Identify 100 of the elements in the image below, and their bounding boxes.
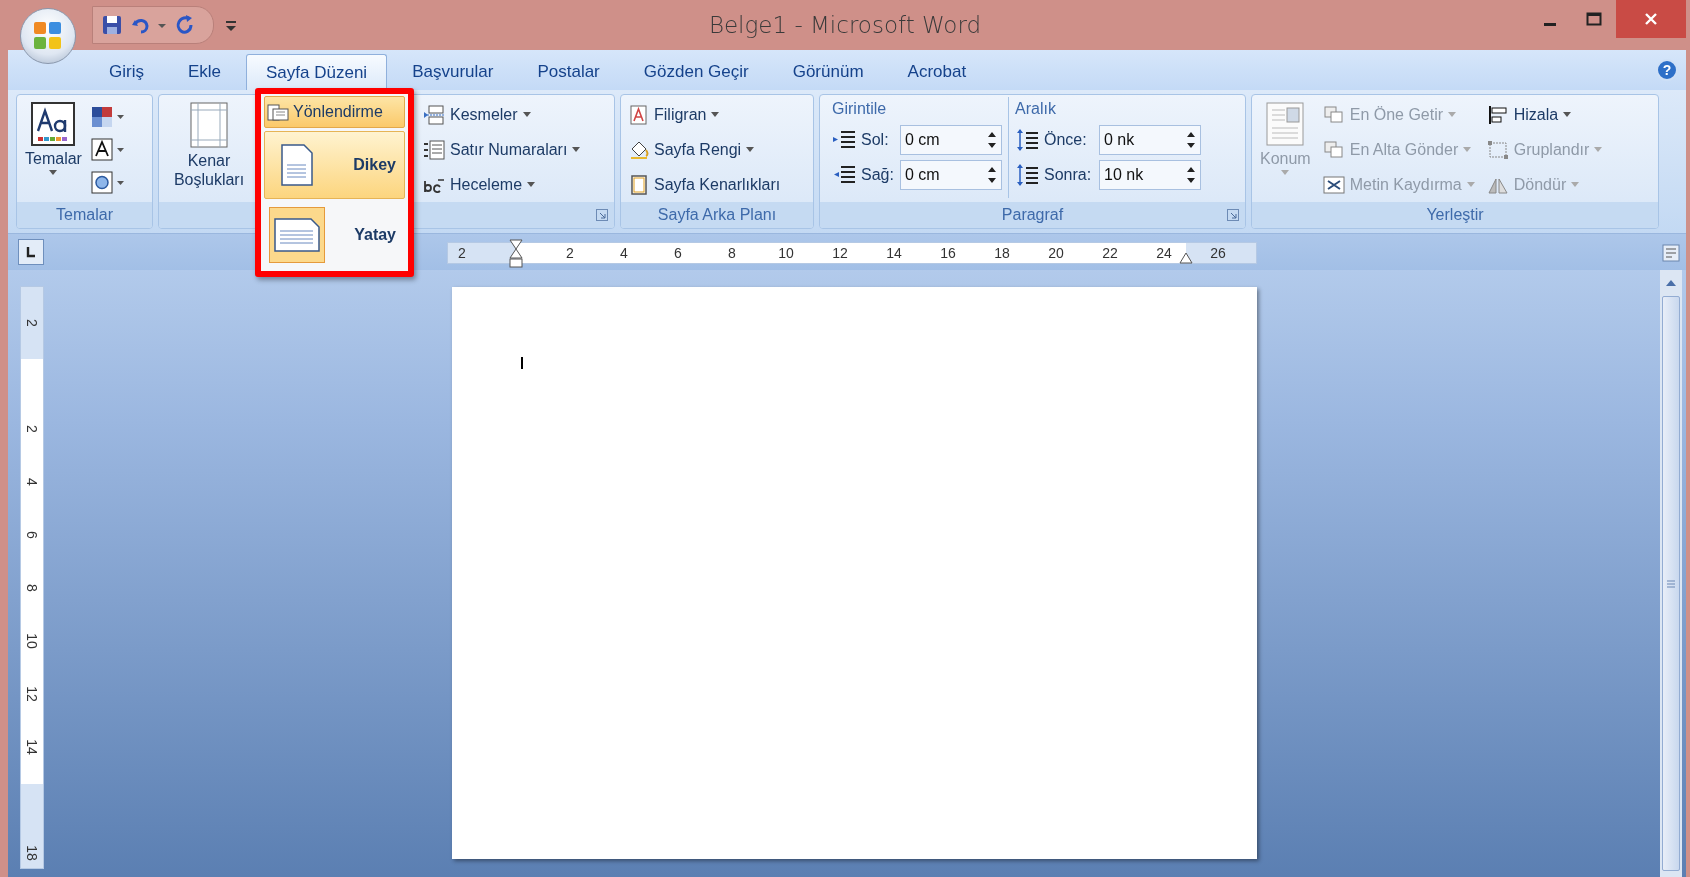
vertical-scrollbar[interactable] [1660,270,1682,877]
right-indent-marker-icon[interactable] [1179,252,1193,264]
ruler-icon [1662,244,1680,262]
ruler-number: 4 [24,478,40,486]
ruler-number: 20 [1048,245,1064,261]
ribbon-tab[interactable]: Postalar [518,54,619,90]
field-label: Sol: [861,131,890,149]
ribbon-tab[interactable]: Başvurular [393,54,513,90]
window-title: Belge1 - Microsoft Word [707,12,983,38]
orientation-option[interactable]: Yatay [264,201,405,269]
ribbon-command[interactable]: Sayfa Rengi [627,136,783,163]
caret-icon [1571,181,1580,188]
ribbon-tab[interactable]: Görünüm [773,54,883,90]
ruler-number: 2 [24,425,40,433]
tab-selector-button[interactable] [18,239,44,265]
ruler-number: 18 [994,245,1010,261]
caret-icon [1463,146,1472,153]
bring-forward-icon [1322,104,1345,125]
group-label: Temalar [17,202,152,228]
section-heading: Girintile [832,99,888,119]
line-numbers-icon [423,139,445,160]
ribbon-tab[interactable]: Ekle [168,54,241,90]
ruler-number: 2 [566,245,574,261]
margins-button[interactable]: Kenar Boşlukları [167,99,251,198]
ruler-number: 8 [24,584,40,592]
dialog-launcher-icon[interactable] [1227,209,1239,221]
dialog-launcher-icon[interactable] [596,209,608,221]
group-label: Paragraf [1001,206,1064,224]
page-margins-icon [189,101,229,149]
caret-icon [522,111,531,118]
group-label: Sayfa Arka Planı [621,202,813,228]
orientation-button[interactable]: Yönlendirme [264,96,405,128]
ruler-number: 22 [1102,245,1118,261]
caret-icon [1563,111,1572,118]
save-icon[interactable] [101,14,123,36]
align-icon [1486,104,1509,125]
themes-button[interactable]: Temalar [23,99,84,198]
caret-icon [711,111,720,118]
ribbon-command[interactable]: Heceleme [421,171,583,198]
theme-colors-icon[interactable] [89,105,126,129]
group-icon [1486,139,1509,160]
spin-field[interactable]: 10 nk [1099,160,1201,190]
ruler-number: 12 [24,686,40,702]
help-button[interactable]: ? [1656,59,1678,81]
office-button[interactable] [20,8,76,64]
ruler-number: 6 [674,245,682,261]
text-cursor [520,357,523,369]
ribbon-command[interactable]: Hizala [1484,101,1605,128]
page-picture-icon [1265,101,1306,147]
paint-bucket-icon [629,139,649,160]
ribbon-tab[interactable]: Giriş [90,54,163,90]
section-heading: Aralık [1015,99,1057,119]
caret-icon [1594,146,1603,153]
group-label: Yerleştir [1252,202,1658,228]
orientation-icon [267,102,289,122]
indent-marker-icon[interactable] [509,239,523,269]
ribbon-tab[interactable]: Gözden Geçir [624,54,768,90]
ruler-number: 14 [24,739,40,755]
orientation-option[interactable]: Dikey [264,131,405,199]
ribbon-tab[interactable]: Sayfa Düzeni [246,54,388,90]
ruler-number: 24 [1156,245,1172,261]
ruler-number: 18 [24,845,40,861]
breaks-icon [423,104,445,125]
ribbon-tab[interactable]: Acrobat [888,54,986,90]
indent-right-icon [832,164,856,186]
field-label: Sonra: [1044,166,1093,184]
spin-field[interactable]: 0 cm [900,125,1002,155]
caret-icon [49,170,58,176]
ruler-number: 2 [24,319,40,327]
ruler-number: 10 [778,245,794,261]
field-label: Önce: [1044,131,1088,149]
ruler-number: 16 [940,245,956,261]
indent-left-icon [832,129,856,151]
send-backward-icon [1322,139,1345,160]
caret-icon [746,146,755,153]
spin-field[interactable]: 0 nk [1099,125,1201,155]
ruler-number: 14 [886,245,902,261]
spin-field[interactable]: 0 cm [900,160,1002,190]
scroll-thumb[interactable] [1662,296,1680,871]
spacing-after-icon [1015,163,1039,187]
page-borders-icon [629,174,649,195]
ruler-number: 12 [832,245,848,261]
ribbon-command[interactable]: Kesmeler [421,101,583,128]
grip-icon [1666,579,1676,588]
ribbon-command[interactable]: Sayfa Kenarlıkları [627,171,783,198]
maximize-icon [1586,12,1602,26]
ruler-number: 4 [620,245,628,261]
field-label: Sağ: [861,166,895,184]
caret-icon [1281,170,1290,176]
theme-fonts-icon[interactable] [89,138,126,162]
theme-effects-icon[interactable] [89,171,126,195]
watermark-icon [629,104,649,125]
ruler-number: 2 [458,245,466,261]
caret-icon [527,181,536,188]
ribbon-command[interactable]: Satır Numaraları [421,136,583,163]
scroll-up-icon[interactable] [1664,278,1678,288]
themes-icon [30,101,77,147]
ruler-number: 10 [24,633,40,649]
caret-icon [1466,181,1475,188]
ribbon-command[interactable]: Filigran [627,101,783,128]
